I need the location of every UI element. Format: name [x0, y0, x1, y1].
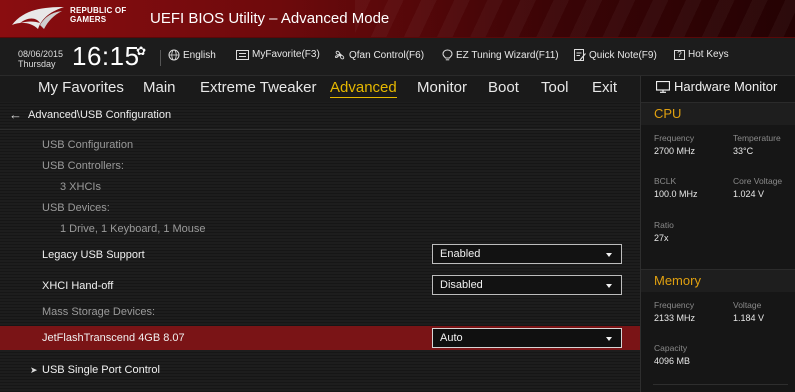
bclk-label: BCLK	[654, 176, 677, 186]
tab-tool[interactable]: Tool	[541, 79, 569, 96]
brand-line2: GAMERS	[70, 15, 107, 24]
legacy-usb-support-label: Legacy USB Support	[42, 249, 145, 261]
tab-advanced[interactable]: Advanced	[330, 79, 397, 98]
usb-devices-value: 1 Drive, 1 Keyboard, 1 Mouse	[60, 223, 206, 235]
weekday: Thursday	[18, 59, 56, 69]
qfan-button[interactable]: Qfan Control(F6)	[334, 49, 424, 61]
toolbar-divider	[160, 50, 161, 66]
usb-single-port-control-label: USB Single Port Control	[42, 364, 160, 376]
breadcrumb-path: Advanced\USB Configuration	[28, 109, 172, 121]
usb-controllers-label: USB Controllers:	[42, 160, 124, 172]
bulb-icon	[442, 49, 453, 61]
usb-devices-value-row: 1 Drive, 1 Keyboard, 1 Mouse	[0, 218, 640, 240]
jetflash-select[interactable]: Auto	[432, 328, 622, 348]
ratio-label: Ratio	[654, 220, 674, 230]
chevron-right-icon: ➤	[30, 365, 38, 375]
usb-configuration-heading: USB Configuration	[0, 134, 640, 156]
fan-icon	[334, 50, 345, 60]
tab-main[interactable]: Main	[143, 79, 176, 96]
section-divider	[653, 384, 788, 385]
memory-frequency-value: 2133 MHz	[654, 313, 696, 323]
usb-single-port-control-row[interactable]: ➤ USB Single Port Control	[0, 359, 640, 381]
chevron-down-icon	[606, 253, 612, 257]
tab-extreme-tweaker[interactable]: Extreme Tweaker	[200, 79, 316, 96]
language-label: English	[183, 49, 216, 61]
memory-voltage-value: 1.184 V	[733, 313, 765, 323]
qfan-label: Qfan Control(F6)	[349, 49, 425, 61]
brand-name: REPUBLIC OF GAMERS	[70, 6, 126, 24]
hot-keys-label: Hot Keys	[688, 49, 729, 60]
cpu-temperature-label: Temperature	[733, 133, 781, 143]
quick-note-button[interactable]: Quick Note(F9)	[574, 49, 657, 61]
main-menu: My Favorites Main Extreme Tweaker Advanc…	[0, 76, 640, 102]
tab-exit[interactable]: Exit	[592, 79, 617, 96]
quick-note-label: Quick Note(F9)	[589, 49, 657, 61]
usb-controllers-value: 3 XHCIs	[60, 181, 101, 193]
clock: 16:15	[72, 41, 140, 71]
date-display: 08/06/2015 Thursday	[18, 49, 63, 69]
monitor-icon	[656, 80, 670, 93]
tab-my-favorites[interactable]: My Favorites	[38, 79, 124, 96]
ez-tuning-button[interactable]: EZ Tuning Wizard(F11)	[442, 49, 559, 61]
cpu-frequency-label: Frequency	[654, 133, 695, 143]
hardware-monitor-panel: Hardware Monitor CPU Frequency 2700 MHz …	[640, 76, 795, 392]
legacy-usb-support-select[interactable]: Enabled	[432, 244, 622, 264]
chevron-down-icon	[606, 284, 612, 288]
globe-icon	[168, 49, 180, 61]
keyboard-icon: ?	[674, 49, 685, 60]
usb-devices-label: USB Devices:	[42, 202, 110, 214]
bclk-value: 100.0 MHz	[654, 189, 698, 199]
mass-storage-row: Mass Storage Devices:	[0, 301, 640, 323]
note-icon	[574, 49, 586, 61]
date: 08/06/2015	[18, 49, 64, 59]
myfavorite-button[interactable]: MyFavorite(F3)	[236, 49, 320, 60]
chevron-down-icon	[606, 337, 612, 341]
language-button[interactable]: English	[168, 49, 216, 61]
cpu-section-title: CPU	[654, 106, 682, 121]
xhci-handoff-row[interactable]: XHCI Hand-off Disabled	[0, 275, 640, 297]
app-title: UEFI BIOS Utility – Advanced Mode	[150, 10, 390, 27]
hardware-monitor-label: Hardware Monitor	[674, 79, 778, 94]
memory-capacity-label: Capacity	[654, 343, 688, 353]
legacy-usb-support-row[interactable]: Legacy USB Support Enabled	[0, 244, 640, 266]
tab-monitor[interactable]: Monitor	[417, 79, 467, 96]
usb-controllers-value-row: 3 XHCIs	[0, 176, 640, 198]
star-list-icon	[236, 49, 249, 60]
cpu-temperature-value: 33°C	[733, 146, 754, 156]
gear-icon[interactable]: ✿	[136, 44, 146, 58]
core-voltage-value: 1.024 V	[733, 189, 765, 199]
xhci-handoff-label: XHCI Hand-off	[42, 280, 114, 292]
tab-boot[interactable]: Boot	[488, 79, 519, 96]
back-arrow-icon[interactable]: ←	[9, 107, 22, 122]
xhci-handoff-select[interactable]: Disabled	[432, 275, 622, 295]
memory-voltage-label: Voltage	[733, 300, 762, 310]
usb-controllers-row: USB Controllers:	[0, 155, 640, 177]
xhci-handoff-value: Disabled	[440, 279, 483, 291]
myfavorite-label: MyFavorite(F3)	[252, 49, 320, 60]
cpu-frequency-value: 2700 MHz	[654, 146, 696, 156]
ratio-value: 27x	[654, 233, 669, 243]
usb-devices-row: USB Devices:	[0, 197, 640, 219]
usb-configuration-label: USB Configuration	[42, 139, 134, 151]
jetflash-row[interactable]: JetFlashTranscend 4GB 8.07 Auto	[0, 326, 640, 350]
jetflash-value: Auto	[440, 332, 463, 344]
mass-storage-label: Mass Storage Devices:	[42, 306, 156, 318]
legacy-usb-support-value: Enabled	[440, 248, 481, 260]
toolbar: 08/06/2015 Thursday 16:15 ✿ English MyFa…	[0, 38, 795, 76]
title-bar-decoration	[355, 0, 795, 37]
hot-keys-button[interactable]: ? Hot Keys	[674, 49, 729, 60]
jetflash-label: JetFlashTranscend 4GB 8.07	[42, 332, 185, 344]
memory-section-title: Memory	[654, 273, 701, 288]
breadcrumb[interactable]: ← Advanced\USB Configuration	[0, 102, 640, 130]
core-voltage-label: Core Voltage	[733, 176, 783, 186]
rog-logo	[12, 7, 64, 29]
brand-line1: REPUBLIC OF	[70, 6, 127, 15]
settings-panel: ← Advanced\USB Configuration USB Configu…	[0, 102, 640, 392]
title-bar: REPUBLIC OF GAMERS UEFI BIOS Utility – A…	[0, 0, 795, 38]
hardware-monitor-title: Hardware Monitor	[656, 79, 777, 94]
memory-capacity-value: 4096 MB	[654, 356, 691, 366]
ez-tuning-label: EZ Tuning Wizard(F11)	[456, 49, 559, 61]
memory-frequency-label: Frequency	[654, 300, 695, 310]
